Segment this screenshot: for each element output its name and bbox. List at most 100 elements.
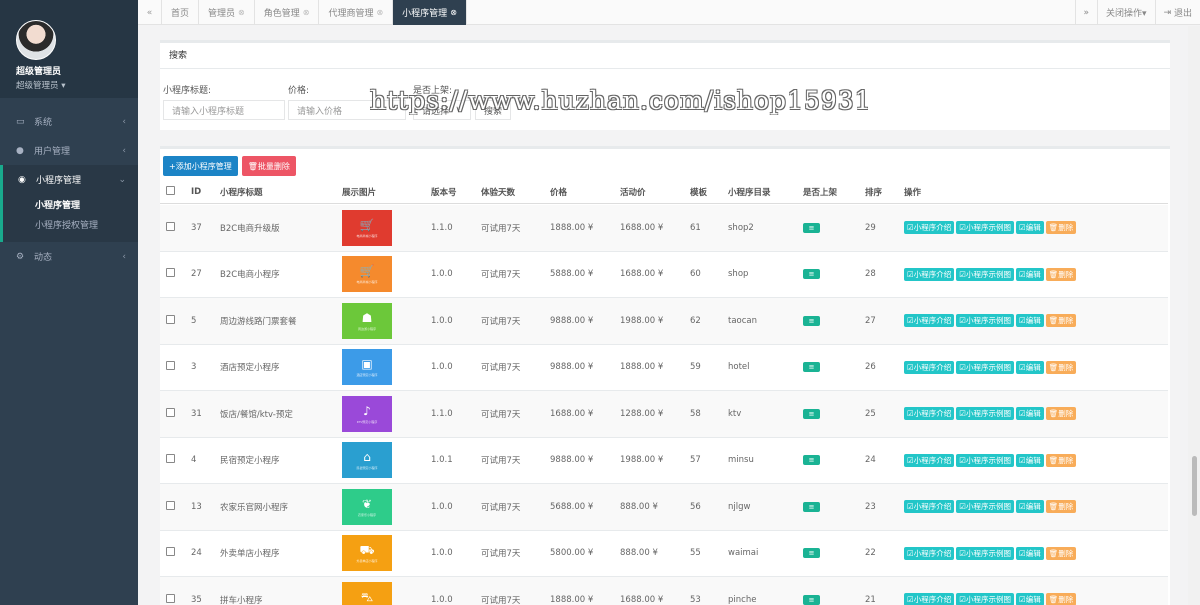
delete-button[interactable]: 🗑删除	[1045, 314, 1077, 328]
row-checkbox[interactable]	[166, 361, 175, 371]
sidebar-item-miniprogram-management[interactable]: ◉ 小程序管理 ⌄	[0, 165, 138, 194]
header-template[interactable]: 模板	[690, 186, 728, 198]
example-image-button[interactable]: ☑小程序示例图	[956, 453, 1014, 467]
edit-button[interactable]: ☑编辑	[1015, 453, 1044, 467]
header-activity-price[interactable]: 活动价	[620, 186, 690, 198]
thumbnail-image[interactable]: 🛒 电商商城小程序	[342, 256, 392, 293]
tab-scroll-right-button[interactable]: »	[1074, 0, 1098, 25]
page-scrollbar[interactable]	[1188, 26, 1200, 605]
header-trial-days[interactable]: 体验天数	[481, 186, 550, 198]
thumbnail-image[interactable]: 🛒 电商商城小程序	[342, 209, 392, 246]
intro-button[interactable]: ☑小程序介绍	[904, 500, 955, 514]
tab-scroll-left-button[interactable]: «	[138, 0, 162, 25]
header-directory[interactable]: 小程序目录	[728, 186, 803, 198]
close-icon[interactable]: ⊗	[238, 8, 245, 17]
on-shelf-badge[interactable]: ≡	[803, 362, 820, 373]
row-checkbox[interactable]	[166, 407, 175, 417]
on-shelf-badge[interactable]: ≡	[803, 548, 820, 559]
delete-button[interactable]: 🗑删除	[1045, 593, 1077, 605]
header-sort[interactable]: 排序	[865, 186, 904, 198]
select-all-checkbox[interactable]	[166, 185, 175, 195]
intro-button[interactable]: ☑小程序介绍	[904, 221, 955, 235]
edit-button[interactable]: ☑编辑	[1015, 593, 1044, 605]
row-checkbox[interactable]	[166, 547, 175, 557]
example-image-button[interactable]: ☑小程序示例图	[956, 546, 1014, 560]
sidebar-item-system[interactable]: ▭ 系统 ‹	[0, 107, 138, 136]
thumbnail-image[interactable]: ☗ 周边游小程序	[342, 302, 392, 339]
header-title[interactable]: 小程序标题	[220, 186, 342, 198]
example-image-button[interactable]: ☑小程序示例图	[956, 221, 1014, 235]
avatar[interactable]	[16, 20, 56, 60]
header-id[interactable]: ID	[191, 187, 220, 197]
on-shelf-badge[interactable]: ≡	[803, 408, 820, 419]
row-checkbox[interactable]	[166, 500, 175, 510]
sidebar-subitem-miniprogram-authorization[interactable]: 小程序授权管理	[3, 216, 138, 236]
on-shelf-badge[interactable]: ≡	[803, 594, 820, 605]
title-search-input[interactable]: 请输入小程序标题	[163, 100, 285, 120]
header-version[interactable]: 版本号	[431, 186, 481, 198]
tab-miniprogram-management[interactable]: 小程序管理 ⊗	[393, 0, 467, 25]
row-checkbox[interactable]	[166, 221, 175, 231]
row-checkbox[interactable]	[166, 268, 175, 278]
close-icon[interactable]: ⊗	[376, 8, 383, 17]
example-image-button[interactable]: ☑小程序示例图	[956, 500, 1014, 514]
profile-role-dropdown[interactable]: 超级管理员 ▾	[16, 79, 138, 91]
sidebar-item-dynamic[interactable]: ⚙ 动态 ‹	[0, 242, 138, 271]
intro-button[interactable]: ☑小程序介绍	[904, 314, 955, 328]
example-image-button[interactable]: ☑小程序示例图	[956, 407, 1014, 421]
row-checkbox[interactable]	[166, 314, 175, 324]
close-icon[interactable]: ⊗	[303, 8, 310, 17]
delete-button[interactable]: 🗑删除	[1045, 407, 1077, 421]
on-shelf-badge[interactable]: ≡	[803, 222, 820, 233]
delete-button[interactable]: 🗑删除	[1045, 221, 1077, 235]
logout-button[interactable]: ⇥ 退出	[1154, 0, 1200, 25]
tab-agent-management[interactable]: 代理商管理 ⊗	[319, 0, 394, 25]
close-icon[interactable]: ⊗	[450, 8, 457, 17]
on-shelf-badge[interactable]: ≡	[803, 269, 820, 280]
edit-button[interactable]: ☑编辑	[1015, 500, 1044, 514]
batch-delete-button[interactable]: 🗑批量删除	[241, 156, 296, 176]
example-image-button[interactable]: ☑小程序示例图	[956, 593, 1014, 605]
row-checkbox[interactable]	[166, 593, 175, 603]
on-shelf-badge[interactable]: ≡	[803, 315, 820, 326]
thumbnail-image[interactable]: ⛍拼车小程序	[342, 581, 392, 605]
thumbnail-image[interactable]: ▣ 酒店预定小程序	[342, 349, 392, 386]
header-on-shelf[interactable]: 是否上架	[803, 186, 865, 198]
edit-button[interactable]: ☑编辑	[1015, 546, 1044, 560]
edit-button[interactable]: ☑编辑	[1015, 407, 1044, 421]
header-price[interactable]: 价格	[550, 186, 620, 198]
example-image-button[interactable]: ☑小程序示例图	[956, 267, 1014, 281]
on-shelf-badge[interactable]: ≡	[803, 455, 820, 466]
intro-button[interactable]: ☑小程序介绍	[904, 267, 955, 281]
intro-button[interactable]: ☑小程序介绍	[904, 360, 955, 374]
example-image-button[interactable]: ☑小程序示例图	[956, 360, 1014, 374]
tab-admin[interactable]: 管理员 ⊗	[199, 0, 255, 25]
delete-button[interactable]: 🗑删除	[1045, 546, 1077, 560]
delete-button[interactable]: 🗑删除	[1045, 267, 1077, 281]
sidebar-item-user-management[interactable]: ● 用户管理 ‹	[0, 136, 138, 165]
intro-button[interactable]: ☑小程序介绍	[904, 593, 955, 605]
row-checkbox[interactable]	[166, 454, 175, 464]
edit-button[interactable]: ☑编辑	[1015, 314, 1044, 328]
tab-home[interactable]: 首页	[162, 0, 200, 25]
delete-button[interactable]: 🗑删除	[1045, 500, 1077, 514]
sidebar-subitem-miniprogram-management[interactable]: 小程序管理	[3, 196, 138, 216]
thumbnail-image[interactable]: ❦ 农家乐小程序	[342, 488, 392, 525]
thumbnail-image[interactable]: ♪ KTV预定小程序	[342, 395, 392, 432]
thumbnail-image[interactable]: ⛟ 外卖单店小程序	[342, 535, 392, 572]
thumbnail-image[interactable]: ⌂ 民宿预定小程序	[342, 442, 392, 479]
edit-button[interactable]: ☑编辑	[1015, 267, 1044, 281]
delete-button[interactable]: 🗑删除	[1045, 360, 1077, 374]
intro-button[interactable]: ☑小程序介绍	[904, 546, 955, 560]
close-operations-dropdown[interactable]: 关闭操作▾	[1097, 0, 1155, 25]
on-shelf-badge[interactable]: ≡	[803, 501, 820, 512]
scrollbar-thumb[interactable]	[1192, 456, 1197, 516]
example-image-button[interactable]: ☑小程序示例图	[956, 314, 1014, 328]
edit-button[interactable]: ☑编辑	[1015, 360, 1044, 374]
delete-button[interactable]: 🗑删除	[1045, 453, 1077, 467]
tab-role-management[interactable]: 角色管理 ⊗	[255, 0, 320, 25]
intro-button[interactable]: ☑小程序介绍	[904, 453, 955, 467]
edit-button[interactable]: ☑编辑	[1015, 221, 1044, 235]
intro-button[interactable]: ☑小程序介绍	[904, 407, 955, 421]
add-miniprogram-button[interactable]: +添加小程序管理	[163, 156, 238, 176]
